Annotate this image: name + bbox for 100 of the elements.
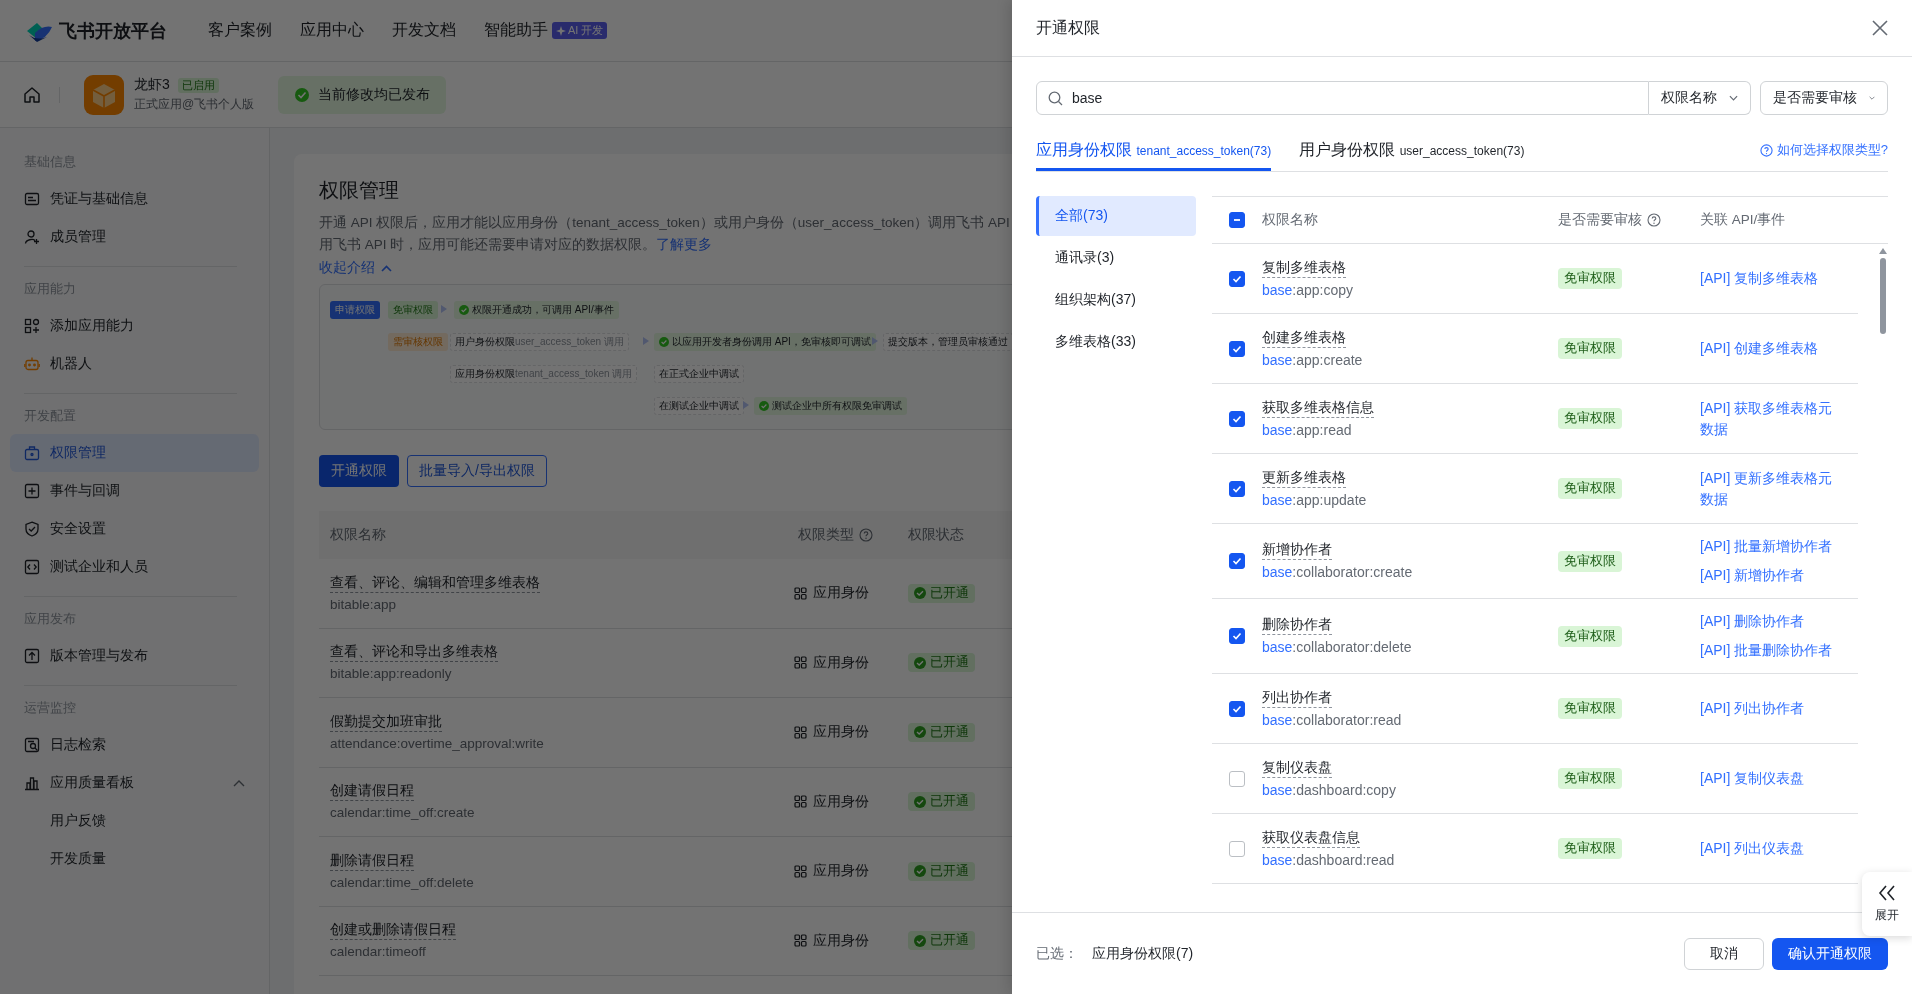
sidebar-item[interactable]: 日志检索 <box>10 726 259 764</box>
permission-name: 获取仪表盘信息 <box>1262 826 1360 848</box>
sidebar-item[interactable]: 应用质量看板 <box>10 764 259 802</box>
permission-scope: base:app:read <box>1262 420 1352 440</box>
row-checkbox[interactable] <box>1229 628 1245 644</box>
outline-button[interactable]: 批量导入/导出权限 <box>407 455 547 487</box>
row-checkbox[interactable] <box>1229 770 1245 787</box>
api-link[interactable]: [API] 列出仪表盘 <box>1700 838 1840 859</box>
node-label: 申请权限 <box>335 303 375 317</box>
app-subtitle: 正式应用@飞书个人版 <box>134 96 255 113</box>
search-field[interactable]: base <box>1036 81 1649 115</box>
permission-name: 创建或删除请假日程 <box>330 919 456 941</box>
category-item[interactable]: 组织架构(37) <box>1036 280 1196 320</box>
chevron-up-icon[interactable] <box>233 779 245 787</box>
api-link[interactable]: [API] 创建多维表格 <box>1700 338 1840 359</box>
help-icon[interactable] <box>1647 213 1661 227</box>
sidebar-item[interactable]: 安全设置 <box>10 510 259 548</box>
permission-scope: base:collaborator:delete <box>1262 638 1412 657</box>
api-link[interactable]: [API] 新增协作者 <box>1700 565 1840 586</box>
api-link[interactable]: [API] 复制多维表格 <box>1700 268 1840 289</box>
row-checkbox[interactable] <box>1229 700 1245 717</box>
selected-label: 已选： <box>1036 944 1078 963</box>
api-link[interactable]: [API] 复制仪表盘 <box>1700 768 1840 789</box>
brand-name: 飞书开放平台 <box>59 19 167 43</box>
identity-type: 应用身份 <box>813 862 869 881</box>
permission-scope: bitable:app:readonly <box>330 665 453 684</box>
status-text: 已开通 <box>930 584 969 602</box>
node-label: 在正式企业中调试 <box>659 367 739 381</box>
row-checkbox[interactable] <box>1229 480 1245 497</box>
arrow-icon <box>742 401 750 409</box>
check-circle-icon <box>914 587 926 599</box>
confirm-button[interactable]: 确认开通权限 <box>1772 937 1888 970</box>
api-link[interactable]: [API] 列出协作者 <box>1700 698 1840 719</box>
grid-icon <box>794 934 807 948</box>
sidebar-item[interactable]: 添加应用能力 <box>10 307 259 345</box>
learn-more-link[interactable]: 了解更多 <box>656 237 713 252</box>
api-link[interactable]: [API] 更新多维表格元数据 <box>1700 467 1840 510</box>
drawer-title: 开通权限 <box>1036 17 1100 38</box>
row-checkbox[interactable] <box>1229 340 1245 357</box>
sidebar-item[interactable]: 事件与回调 <box>10 472 259 510</box>
sidebar-item[interactable]: 测试企业和人员 <box>10 548 259 586</box>
api-link[interactable]: [API] 批量新增协作者 <box>1700 536 1840 557</box>
sidebar-subitem[interactable]: 用户反馈 <box>10 802 259 840</box>
row-checkbox[interactable] <box>1229 840 1245 857</box>
collapse-link[interactable]: 收起介绍 <box>319 256 392 280</box>
api-link[interactable]: [API] 批量删除协作者 <box>1700 640 1840 661</box>
row-checkbox[interactable] <box>1229 410 1245 427</box>
column-header: 权限状态 <box>908 526 964 544</box>
close-button[interactable] <box>1872 20 1888 36</box>
check-icon <box>1232 413 1242 424</box>
scrollbar[interactable] <box>1878 248 1888 334</box>
api-link[interactable]: [API] 删除协作者 <box>1700 611 1840 632</box>
expand-label: 展开 <box>1875 906 1899 924</box>
category-item[interactable]: 全部(73) <box>1036 196 1196 236</box>
code-icon <box>24 559 40 575</box>
column-header: 关联 API/事件 <box>1700 211 1786 229</box>
check-circle-icon <box>459 305 469 315</box>
field-select[interactable]: 权限名称 <box>1649 81 1751 115</box>
permission-scope: attendance:overtime_approval:write <box>330 734 545 753</box>
sidebar-subitem[interactable]: 开发质量 <box>10 840 259 878</box>
row-checkbox[interactable] <box>1229 270 1245 287</box>
category-item[interactable]: 多维表格(33) <box>1036 322 1196 362</box>
caret-icon <box>1869 95 1875 101</box>
expand-button[interactable]: 展开 <box>1862 872 1912 936</box>
cancel-button[interactable]: 取消 <box>1684 937 1764 970</box>
nav-link[interactable]: 开发文档 <box>392 20 456 41</box>
nav-link[interactable]: 应用中心 <box>300 20 364 41</box>
permission-scope: calendar:time_off:create <box>330 804 476 823</box>
check-circle-icon <box>294 86 311 103</box>
api-link[interactable]: [API] 获取多维表格元数据 <box>1700 397 1840 440</box>
select-all-checkbox[interactable] <box>1229 212 1245 228</box>
primary-button[interactable]: 开通权限 <box>319 455 399 487</box>
sidebar-item[interactable]: 凭证与基础信息 <box>10 180 259 218</box>
category-item[interactable]: 通讯录(3) <box>1036 238 1196 278</box>
nav-link[interactable]: 客户案例 <box>208 20 272 41</box>
sidebar-item[interactable]: 版本管理与发布 <box>10 637 259 675</box>
review-tag: 免审权限 <box>1558 698 1622 719</box>
scroll-up-arrow-icon[interactable] <box>1879 248 1887 254</box>
status-text: 已开通 <box>930 793 969 810</box>
row-checkbox[interactable] <box>1229 553 1245 569</box>
sidebar-item[interactable]: 成员管理 <box>10 218 259 256</box>
tab[interactable]: 应用身份权限 tenant_access_token(73) <box>1036 129 1272 171</box>
grid-icon <box>794 656 807 670</box>
identity-type: 应用身份 <box>813 931 869 950</box>
column-header: 是否需要审核 <box>1558 211 1642 229</box>
status-text: 已开通 <box>930 862 969 880</box>
card-icon <box>24 191 40 207</box>
home-icon[interactable] <box>23 85 41 104</box>
permission-scope: base:dashboard:copy <box>1262 780 1396 800</box>
help-link[interactable]: 如何选择权限类型? <box>1759 141 1888 159</box>
check-icon <box>1232 631 1242 641</box>
review-select[interactable]: 是否需要审核 <box>1760 81 1888 115</box>
close-icon <box>1872 20 1888 36</box>
tab[interactable]: 用户身份权限 user_access_token(73) <box>1299 129 1525 171</box>
sidebar-item[interactable]: 机器人 <box>10 345 259 383</box>
selected-summary: 应用身份权限(7) <box>1092 944 1194 963</box>
sidebar-item[interactable]: 权限管理 <box>10 434 259 472</box>
status-text: 已开通 <box>930 654 969 671</box>
column-header: 权限名称 <box>330 526 386 544</box>
help-icon[interactable] <box>859 528 873 542</box>
